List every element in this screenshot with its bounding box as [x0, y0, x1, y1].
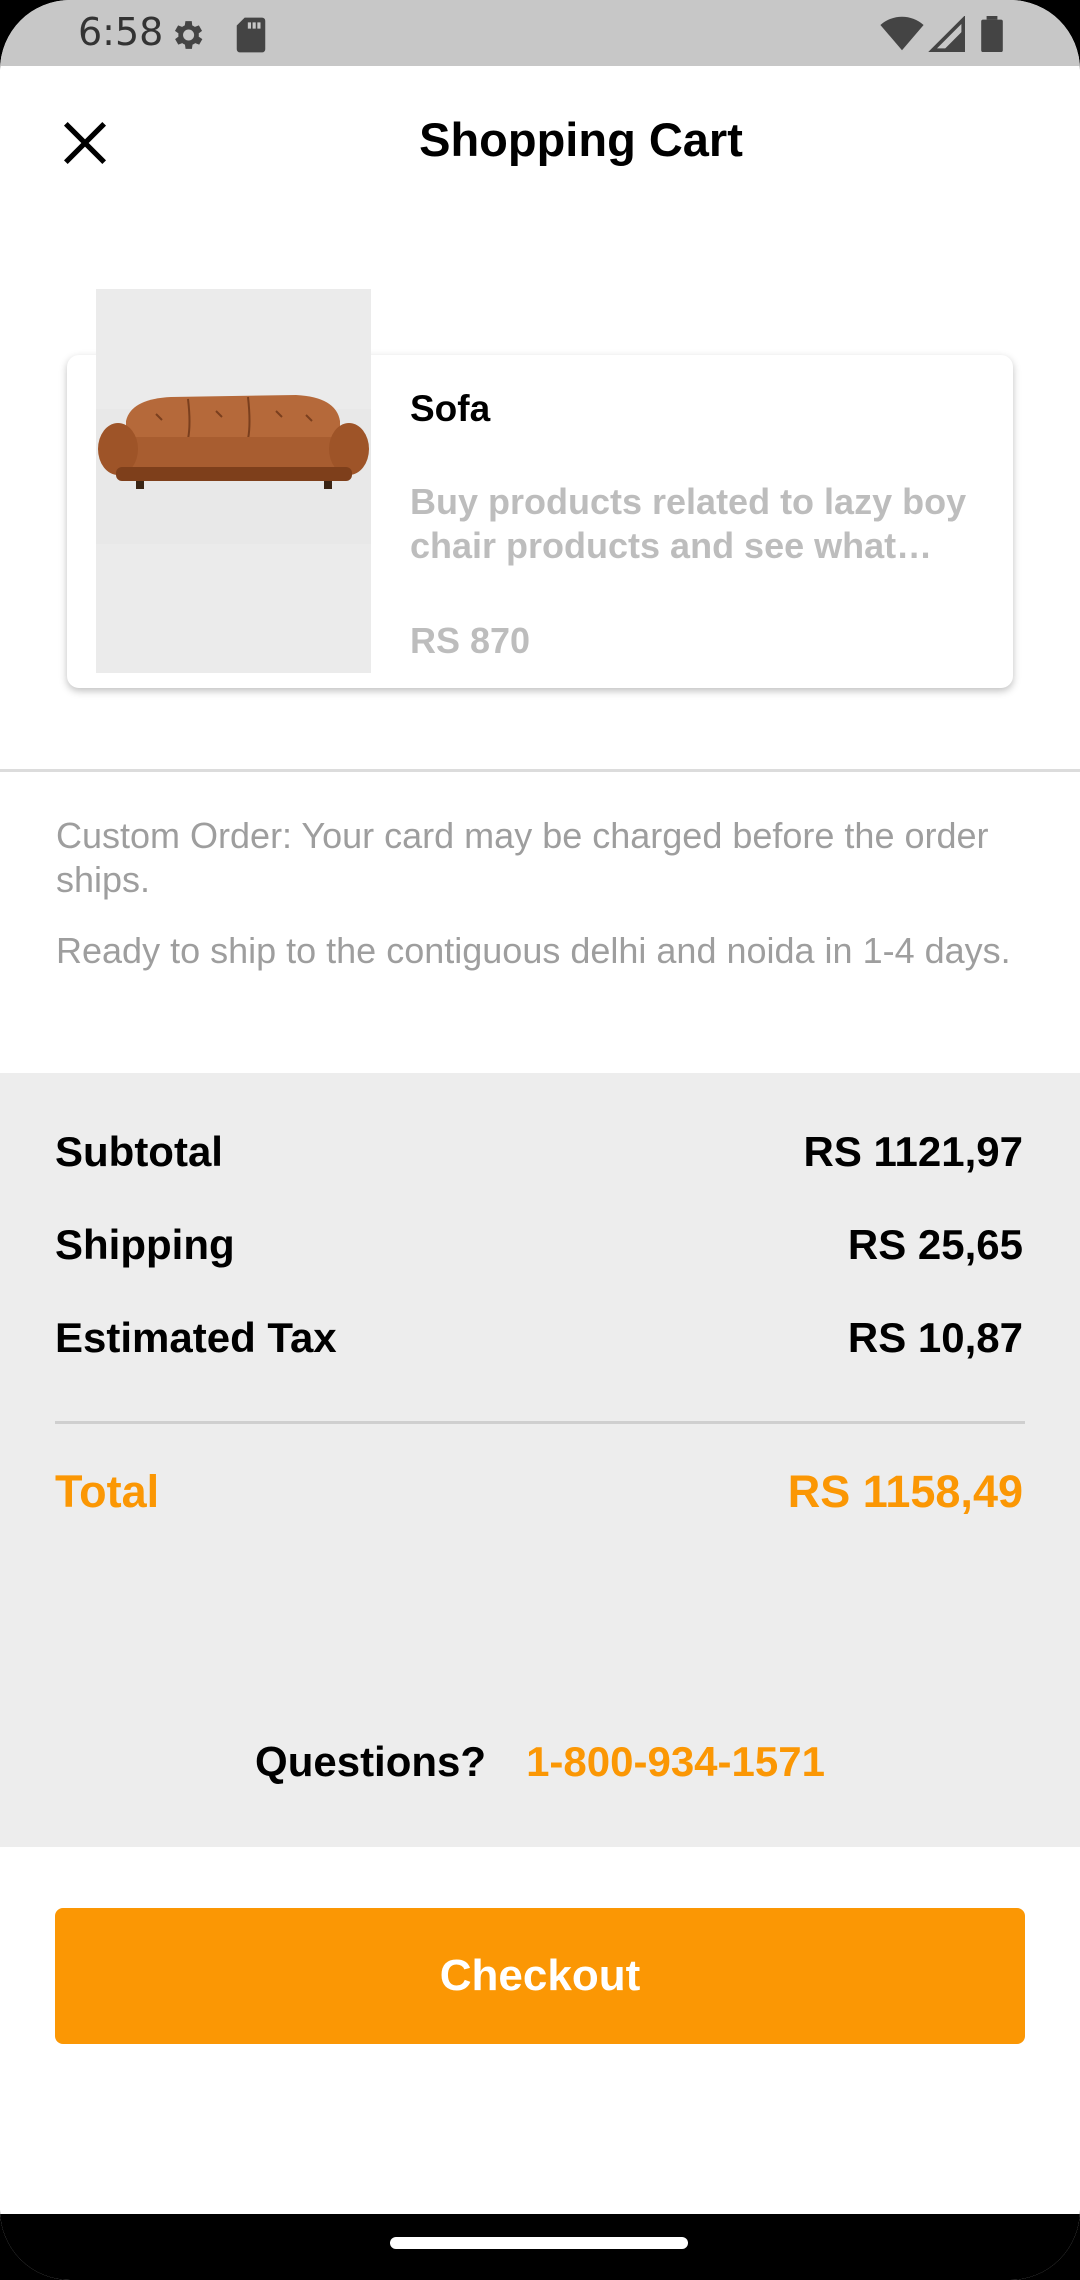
- order-summary: Subtotal RS 1121,97 Shipping RS 25,65 Es…: [0, 1073, 1080, 1847]
- subtotal-value: RS 1121,97: [803, 1128, 1023, 1175]
- wifi-icon: [880, 16, 924, 57]
- shipping-note: Ready to ship to the contiguous delhi an…: [56, 930, 1011, 971]
- signal-icon: [928, 15, 966, 57]
- shipping-label: Shipping: [55, 1221, 235, 1268]
- shipping-row: Shipping RS 25,65: [55, 1221, 1023, 1269]
- tax-label: Estimated Tax: [55, 1314, 337, 1361]
- settings-icon: [168, 16, 206, 59]
- sofa-image: [96, 289, 371, 673]
- total-label: Total: [55, 1466, 160, 1517]
- product-description: Buy products related to lazy boy chair p…: [410, 481, 967, 566]
- subtotal-row: Subtotal RS 1121,97: [55, 1128, 1023, 1176]
- sd-card-icon: [234, 16, 268, 59]
- product-name: Sofa: [410, 388, 491, 429]
- battery-icon: [980, 16, 1004, 57]
- checkout-button[interactable]: Checkout: [55, 1908, 1025, 2044]
- phone-screen: 6:58 Shopping Cart Sofa Buy products rel…: [0, 0, 1080, 2280]
- home-indicator[interactable]: [390, 2237, 688, 2249]
- total-value: RS 1158,49: [787, 1466, 1023, 1517]
- status-time: 6:58: [78, 10, 164, 54]
- product-price: RS 870: [410, 620, 531, 661]
- divider: [0, 769, 1080, 772]
- tax-row: Estimated Tax RS 10,87: [55, 1314, 1023, 1362]
- custom-order-note: Custom Order: Your card may be charged b…: [56, 815, 989, 900]
- summary-divider: [55, 1421, 1025, 1424]
- total-row: Total RS 1158,49: [55, 1466, 1023, 1518]
- contact-row: Questions? 1-800-934-1571: [0, 1738, 1080, 1786]
- questions-label: Questions?: [255, 1738, 487, 1785]
- page-title: Shopping Cart: [419, 113, 743, 166]
- status-bar: 6:58: [0, 0, 1080, 66]
- shipping-value: RS 25,65: [847, 1221, 1023, 1268]
- subtotal-label: Subtotal: [55, 1128, 223, 1175]
- tax-value: RS 10,87: [847, 1314, 1023, 1361]
- phone-link[interactable]: 1-800-934-1571: [526, 1738, 825, 1786]
